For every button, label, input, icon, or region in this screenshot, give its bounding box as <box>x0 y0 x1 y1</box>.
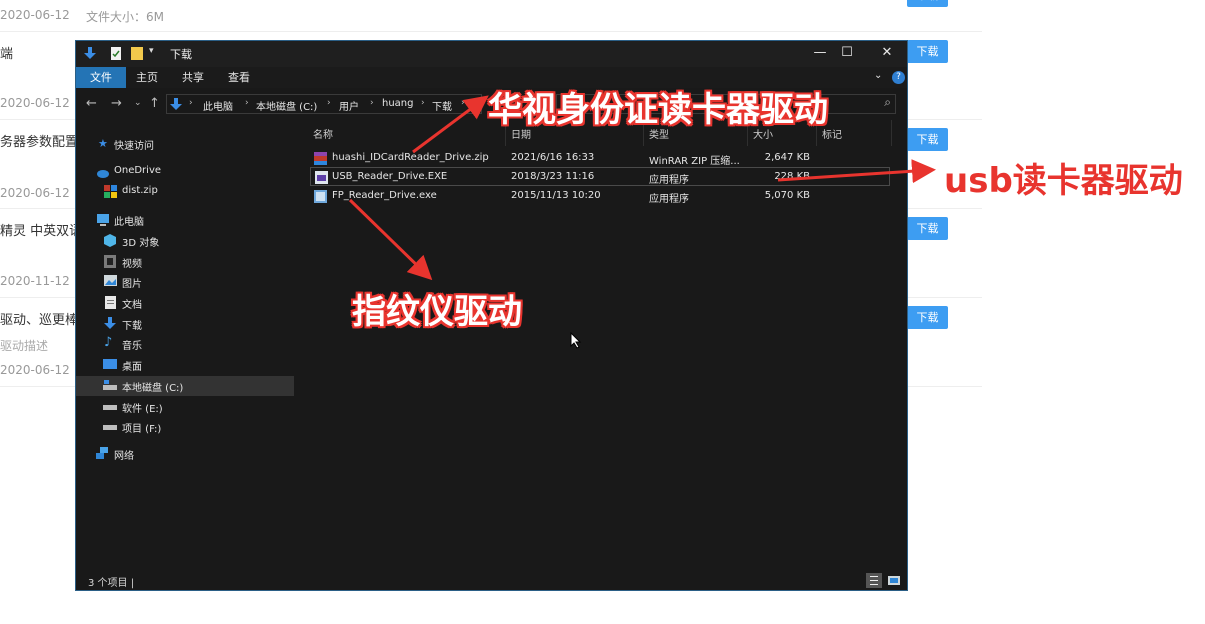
arrow-to-usb-driver <box>777 159 936 184</box>
arrow-to-fingerprint-driver <box>348 198 433 281</box>
annotation-idcard-driver: 华视身份证读卡器驱动 <box>488 90 828 130</box>
annotation-fingerprint-driver: 指纹仪驱动 <box>352 292 522 332</box>
annotation-usb-driver: usb读卡器驱动 <box>944 161 1183 201</box>
arrow-to-idcard-driver <box>412 95 489 154</box>
